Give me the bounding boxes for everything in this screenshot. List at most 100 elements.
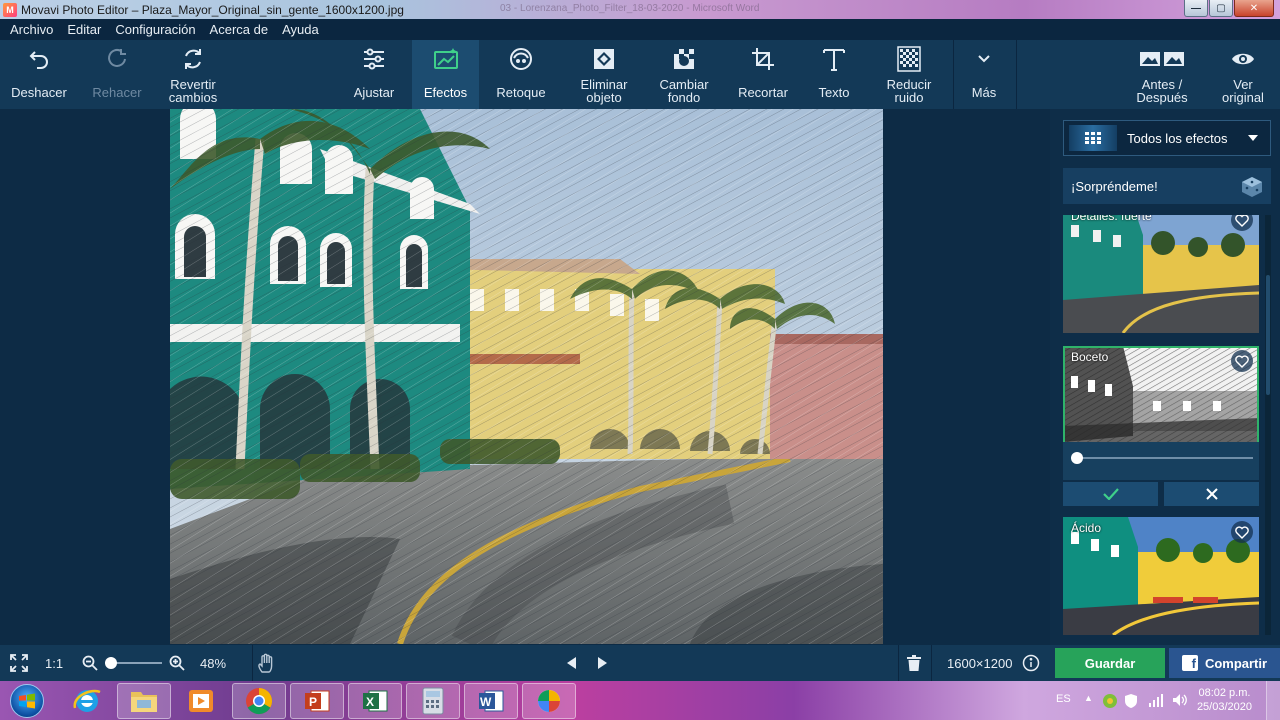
- calculator-icon: [422, 687, 444, 715]
- denoise-label: Reducir ruido: [886, 77, 932, 105]
- crop-icon: [752, 48, 774, 70]
- redo-button[interactable]: Rehacer: [82, 40, 152, 109]
- taskbar-file-explorer[interactable]: [117, 683, 171, 719]
- undo-icon: [29, 51, 48, 69]
- excel-icon: X: [363, 690, 388, 712]
- next-icon: [598, 657, 607, 669]
- apply-effect-button[interactable]: [1063, 482, 1158, 506]
- share-button[interactable]: f Compartir: [1169, 648, 1280, 678]
- eye-icon: [1232, 53, 1254, 65]
- taskbar-excel[interactable]: X: [348, 683, 402, 719]
- fit-screen-button[interactable]: [10, 645, 28, 681]
- svg-text:X: X: [366, 695, 374, 709]
- effects-tab[interactable]: Efectos: [412, 40, 479, 109]
- surprise-me-button[interactable]: ¡Sorpréndeme!: [1063, 168, 1271, 204]
- surprise-me-label: ¡Sorpréndeme!: [1071, 178, 1158, 194]
- photo-canvas[interactable]: [170, 109, 883, 644]
- taskbar-media-player[interactable]: [174, 683, 228, 719]
- heart-icon[interactable]: [1231, 350, 1253, 372]
- effects-panel: Todos los efectos ¡Sorpréndeme! Detalles…: [1050, 109, 1280, 645]
- volume-icon[interactable]: [1172, 693, 1188, 707]
- taskbar-word[interactable]: W: [464, 683, 518, 719]
- change-background-tab[interactable]: Cambiar fondo: [649, 40, 719, 109]
- heart-icon[interactable]: [1231, 521, 1253, 543]
- apply-cancel-row: [1063, 482, 1259, 506]
- zoom-slider-knob[interactable]: [105, 657, 117, 669]
- minimize-button[interactable]: —: [1184, 0, 1208, 17]
- language-indicator[interactable]: ES: [1056, 693, 1071, 705]
- info-icon: [1022, 654, 1040, 672]
- revert-changes-button[interactable]: Revertir cambios: [158, 40, 228, 109]
- denoise-tab[interactable]: Reducir ruido: [874, 40, 944, 109]
- menu-editar[interactable]: Editar: [67, 22, 101, 37]
- menu-acerca-de[interactable]: Acerca de: [210, 22, 269, 37]
- effect-card-acido[interactable]: Ácido: [1063, 517, 1259, 635]
- media-player-icon: [189, 690, 213, 712]
- actual-size-button[interactable]: 1:1: [45, 645, 63, 681]
- network-signal-icon[interactable]: [1148, 693, 1164, 707]
- taskbar-powerpoint[interactable]: P: [290, 683, 344, 719]
- windows-logo-icon: [10, 683, 44, 718]
- before-after-button[interactable]: Antes / Después: [1125, 40, 1199, 109]
- text-icon: [823, 49, 845, 71]
- undo-button[interactable]: Deshacer: [4, 40, 74, 109]
- effects-scrollbar[interactable]: [1265, 215, 1271, 635]
- previous-image-button[interactable]: [566, 645, 578, 681]
- remove-object-tab[interactable]: Eliminar objeto: [569, 40, 639, 109]
- sliders-icon: [364, 48, 384, 70]
- adjust-tab[interactable]: Ajustar: [341, 40, 407, 109]
- start-button[interactable]: [3, 682, 51, 719]
- effect-name: Detalles: fuerte: [1071, 215, 1152, 223]
- more-tools-button[interactable]: Más: [958, 40, 1010, 109]
- view-original-button[interactable]: Ver original: [1210, 40, 1276, 109]
- scrollbar-thumb[interactable]: [1266, 275, 1270, 395]
- powerpoint-icon: P: [305, 690, 330, 712]
- pan-hand-button[interactable]: [252, 645, 278, 681]
- taskbar-internet-explorer[interactable]: [60, 683, 114, 719]
- noise-icon: [897, 46, 921, 72]
- share-label: Compartir: [1204, 655, 1268, 671]
- menu-configuracion[interactable]: Configuración: [115, 22, 195, 37]
- effects-category-label: Todos los efectos: [1127, 130, 1228, 146]
- effect-card-detalles[interactable]: Detalles: fuerte: [1063, 215, 1259, 333]
- effect-intensity-slider[interactable]: [1063, 442, 1259, 480]
- zoom-percentage: 48%: [200, 655, 227, 671]
- movavi-app-icon: M: [3, 2, 17, 17]
- taskbar-movavi[interactable]: [522, 683, 576, 719]
- before-after-icon: [1140, 52, 1184, 66]
- image-info-button[interactable]: [1022, 645, 1040, 681]
- maximize-button[interactable]: ▢: [1209, 0, 1233, 17]
- photo-image: [170, 109, 883, 644]
- more-label: Más: [971, 85, 997, 100]
- show-hidden-icons-button[interactable]: ▲: [1084, 693, 1093, 703]
- show-desktop-button[interactable]: [1266, 681, 1280, 720]
- taskbar-calculator[interactable]: [406, 683, 460, 719]
- word-icon: W: [479, 690, 504, 712]
- tray-app-icon[interactable]: [1102, 693, 1118, 709]
- taskbar-chrome[interactable]: [232, 683, 286, 719]
- close-window-button[interactable]: ✕: [1234, 0, 1274, 17]
- delete-button[interactable]: [898, 645, 932, 681]
- remove-object-icon: [594, 49, 614, 69]
- zoom-in-button[interactable]: [169, 645, 185, 681]
- revert-icon: [185, 49, 201, 69]
- text-tab[interactable]: Texto: [803, 40, 865, 109]
- background-window-title: 03 - Lorenzana_Photo_Filter_18-03-2020 -…: [500, 3, 760, 14]
- slider-knob[interactable]: [1071, 452, 1083, 464]
- clock[interactable]: 08:02 p.m. 25/03/2020: [1197, 686, 1252, 714]
- menu-ayuda[interactable]: Ayuda: [282, 22, 319, 37]
- effects-category-dropdown[interactable]: Todos los efectos: [1063, 120, 1271, 156]
- cancel-effect-button[interactable]: [1164, 482, 1259, 506]
- chrome-icon: [246, 688, 273, 715]
- menu-archivo[interactable]: Archivo: [10, 22, 53, 37]
- zoom-out-button[interactable]: [82, 645, 98, 681]
- effect-card-boceto[interactable]: Boceto: [1063, 346, 1259, 480]
- crop-tab[interactable]: Recortar: [730, 40, 796, 109]
- retouch-tab[interactable]: Retoque: [487, 40, 555, 109]
- tray-security-icon[interactable]: [1124, 693, 1138, 709]
- image-dimensions: 1600×1200: [947, 655, 1013, 671]
- next-image-button[interactable]: [596, 645, 608, 681]
- clock-time: 08:02 p.m.: [1198, 687, 1251, 699]
- save-button[interactable]: Guardar: [1055, 648, 1165, 678]
- svg-text:P: P: [309, 695, 317, 709]
